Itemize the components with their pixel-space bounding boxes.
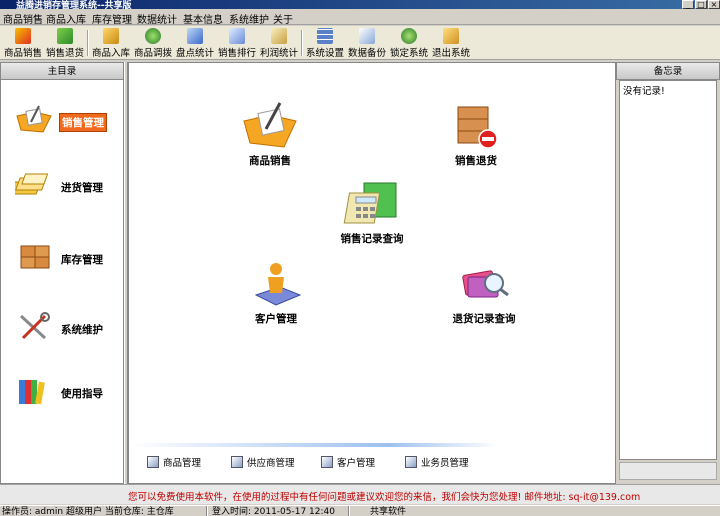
menu-item-basic-info[interactable]: 基本信息 — [183, 11, 223, 26]
title-bar: 益腾进销存管理系统--共享版 _ □ × — [0, 0, 720, 9]
notice-bar: 您可以免费使用本软件，在使用的过程中有任何问题或建议欢迎您的来信，我们会快为您处… — [0, 484, 720, 504]
status-operator: 操作员: admin 超级用户 当前仓库: 主仓库 — [2, 507, 174, 516]
product-icon — [147, 456, 159, 468]
toolbar-transfer-button[interactable]: 商品调拨 — [130, 28, 176, 59]
status-bar: 操作员: admin 超级用户 当前仓库: 主仓库 登入时间: 2011-05-… — [0, 505, 720, 516]
toolbar-return-button[interactable]: 销售退货 — [42, 28, 88, 59]
right-panel: 备忘录 没有记录! — [616, 62, 720, 484]
left-panel: 主目录 销售管理 进货管理 库存管理 系统维护 使用指导 — [0, 62, 124, 484]
feature-return-record-query[interactable]: 退货记录查询 — [429, 259, 539, 329]
status-divider — [348, 506, 350, 516]
feature-customer-management[interactable]: 客户管理 — [221, 259, 331, 329]
maximize-button[interactable]: □ — [695, 0, 707, 9]
nav-item-sales[interactable]: 销售管理 — [15, 104, 119, 138]
settings-icon — [317, 28, 333, 44]
ranking-icon — [229, 28, 245, 44]
nav-item-system[interactable]: 系统维护 — [15, 312, 119, 346]
document-stack-icon — [15, 173, 49, 195]
nav-item-inventory[interactable]: 库存管理 — [15, 242, 119, 276]
menu-item-sales[interactable]: 商品销售 — [3, 11, 43, 26]
toolbar-lock-button[interactable]: 锁定系统 — [386, 28, 432, 59]
menu-item-system[interactable]: 系统维护 — [229, 11, 269, 26]
feature-product-sales[interactable]: 商品销售 — [215, 101, 325, 171]
quick-link-supplier-management[interactable]: 供应商管理 — [231, 455, 295, 471]
quick-links-divider — [129, 443, 499, 447]
feature-sales-record-query[interactable]: 销售记录查询 — [317, 179, 427, 249]
feature-sales-return[interactable]: 销售退货 — [421, 101, 531, 171]
window-title: 益腾进销存管理系统--共享版 — [16, 1, 132, 9]
folder-pen-icon — [16, 105, 52, 133]
books-icon — [19, 380, 45, 405]
quick-link-customer-management[interactable]: 客户管理 — [321, 455, 375, 471]
transfer-icon — [145, 28, 161, 44]
salesperson-icon — [405, 456, 417, 468]
lock-icon — [401, 28, 417, 44]
menu-bar: 商品销售 商品入库 库存管理 数据统计 基本信息 系统维护 关于 — [0, 10, 720, 26]
toolbar-profit-button[interactable]: 利润统计 — [256, 28, 302, 59]
backup-icon — [359, 28, 375, 44]
toolbar-settings-button[interactable]: 系统设置 — [302, 28, 348, 59]
box-return-icon — [457, 106, 498, 149]
main-content: 商品销售 销售退货 销售记录查询 客户管理 退货记录查询 商品管理 供应商管理 … — [128, 62, 616, 484]
menu-item-inventory[interactable]: 库存管理 — [92, 11, 132, 26]
memo-title: 备忘录 — [616, 62, 720, 80]
menu-item-statistics[interactable]: 数据统计 — [137, 11, 177, 26]
status-divider — [206, 506, 208, 516]
calculator-folder-icon — [343, 182, 397, 224]
sell-icon — [15, 28, 31, 44]
left-panel-title: 主目录 — [0, 62, 124, 80]
person-book-icon — [254, 263, 302, 306]
card-magnifier-icon — [462, 270, 509, 298]
exit-icon — [443, 28, 459, 44]
memo-textarea[interactable]: 没有记录! — [619, 80, 717, 460]
toolbar-ranking-button[interactable]: 销售排行 — [214, 28, 260, 59]
customer-icon — [321, 456, 333, 468]
inventory-icon — [187, 28, 203, 44]
supplier-icon — [231, 456, 243, 468]
close-button[interactable]: × — [708, 0, 720, 9]
toolbar-backup-button[interactable]: 数据备份 — [344, 28, 390, 59]
left-nav: 销售管理 进货管理 库存管理 系统维护 使用指导 — [0, 80, 124, 484]
toolbar-exit-button[interactable]: 退出系统 — [428, 28, 474, 59]
toolbar-stock-in-button[interactable]: 商品入库 — [88, 28, 134, 59]
quick-link-product-management[interactable]: 商品管理 — [147, 455, 201, 471]
toolbar-sell-button[interactable]: 商品销售 — [0, 28, 46, 59]
menu-item-about[interactable]: 关于 — [273, 11, 293, 26]
nav-item-purchase[interactable]: 进货管理 — [15, 170, 119, 204]
boxes-icon — [20, 245, 50, 269]
quick-link-salesperson-management[interactable]: 业务员管理 — [405, 455, 469, 471]
return-icon — [57, 28, 73, 44]
nav-item-guide[interactable]: 使用指导 — [15, 376, 119, 410]
status-edition: 共享软件 — [370, 507, 407, 516]
toolbar-inventory-button[interactable]: 盘点统计 — [172, 28, 218, 59]
tools-icon — [19, 312, 50, 340]
menu-item-stock-in[interactable]: 商品入库 — [46, 11, 86, 26]
memo-content: 没有记录! — [623, 86, 665, 97]
status-login-time: 登入时间: 2011-05-17 12:40 — [212, 507, 335, 516]
profit-icon — [271, 28, 287, 44]
memo-footer — [619, 462, 717, 480]
notice-text: 您可以免费使用本软件，在使用的过程中有任何问题或建议欢迎您的来信，我们会快为您处… — [128, 492, 641, 503]
stock-in-icon — [103, 28, 119, 44]
folder-pen-icon — [243, 102, 297, 148]
toolbar: 商品销售 销售退货 商品入库 商品调拨 盘点统计 销售排行 利润统计 系统设置 … — [0, 26, 720, 60]
minimize-button[interactable]: _ — [682, 0, 694, 9]
